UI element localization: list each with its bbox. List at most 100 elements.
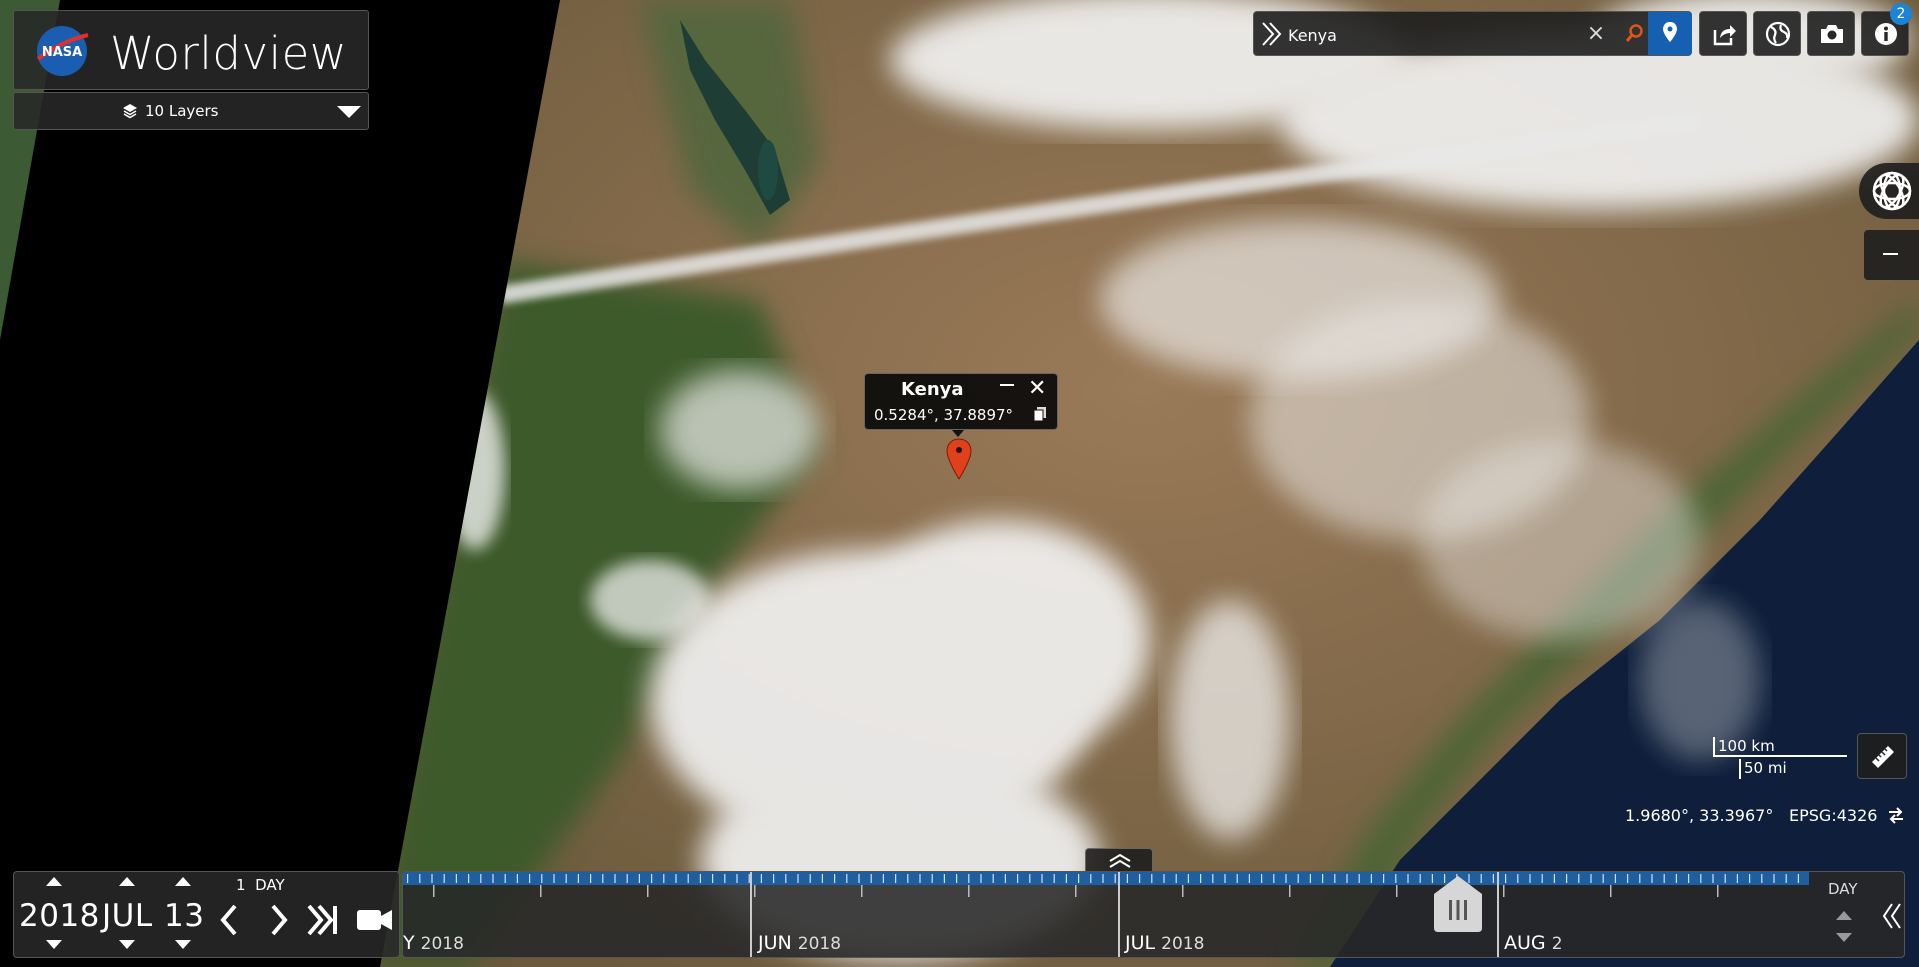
location-pin-icon — [1663, 22, 1677, 42]
timeline-day-tick — [773, 874, 775, 883]
interval-selector[interactable]: 1 DAY — [236, 876, 285, 894]
timeline-day-tick — [834, 874, 836, 883]
timeline-month-label: AUG 2 — [1504, 932, 1563, 954]
day-increment-icon[interactable] — [175, 877, 191, 886]
year-field[interactable]: 2018 — [19, 898, 100, 934]
timeline-day-tick — [1358, 874, 1360, 883]
timeline-day-tick — [699, 874, 701, 883]
timeline-day-tick — [1602, 874, 1604, 883]
measure-button[interactable] — [1857, 733, 1907, 779]
timeline-day-tick — [614, 874, 616, 883]
timeline-day-tick — [565, 874, 567, 883]
projection-button[interactable] — [1753, 11, 1801, 56]
svg-text:NASA: NASA — [42, 45, 82, 60]
timeline-day-tick — [1395, 874, 1397, 883]
layers-toggle-button[interactable]: 10 Layers — [13, 92, 369, 130]
next-day-icon[interactable] — [265, 902, 293, 938]
zoom-timeline-in-icon[interactable] — [1836, 911, 1852, 920]
timeline-day-tick — [529, 874, 531, 883]
share-button[interactable] — [1699, 11, 1747, 56]
zoom-out-button[interactable] — [1864, 230, 1919, 280]
timeline-ticks — [403, 872, 1809, 897]
app-title: Worldview — [110, 27, 348, 80]
timeline-day-tick — [1139, 874, 1141, 883]
timeline-day-tick — [1590, 874, 1592, 883]
month-increment-icon[interactable] — [119, 877, 135, 886]
skip-to-latest-icon[interactable] — [305, 902, 341, 938]
timeline-day-tick — [638, 874, 640, 883]
timeline-expand-handle[interactable] — [1085, 848, 1153, 872]
timeline-week-tick — [433, 885, 435, 897]
day-field[interactable]: 13 — [164, 898, 204, 934]
timeline-day-tick — [931, 874, 933, 883]
timeline-scrubber[interactable] — [1430, 874, 1486, 932]
collapse-search-icon[interactable] — [1260, 21, 1284, 47]
video-camera-icon[interactable] — [355, 902, 395, 938]
minimize-icon[interactable] — [1000, 384, 1014, 386]
timeline-day-tick — [712, 874, 714, 883]
timeline-day-tick — [736, 874, 738, 883]
timeline-day-tick — [431, 874, 433, 883]
timeline-day-tick — [1724, 874, 1726, 883]
interval-unit: DAY — [255, 876, 285, 894]
timeline-day-tick — [663, 874, 665, 883]
zoom-timeline-out-icon[interactable] — [1836, 933, 1852, 942]
timeline-day-tick — [1553, 874, 1555, 883]
timeline-day-tick — [1346, 874, 1348, 883]
snapshot-button[interactable] — [1807, 11, 1855, 56]
notification-badge: 2 — [1890, 3, 1912, 25]
day-decrement-icon[interactable] — [175, 940, 191, 949]
timeline-day-tick — [785, 874, 787, 883]
month-decrement-icon[interactable] — [119, 940, 135, 949]
map-marker-icon[interactable] — [946, 438, 972, 480]
timeline-day-tick — [1407, 874, 1409, 883]
timeline-day-tick — [455, 874, 457, 883]
timeline-day-tick — [1041, 874, 1043, 883]
popup-pointer — [952, 430, 964, 437]
interval-count: 1 — [236, 876, 246, 894]
nasa-logo[interactable]: NASA — [32, 25, 92, 77]
cursor-coordinates: 1.9680°, 33.3967° — [1625, 806, 1774, 825]
timeline-day-tick — [1675, 874, 1677, 883]
add-place-marker-button[interactable] — [1648, 12, 1692, 55]
timeline-day-tick — [1578, 874, 1580, 883]
timeline-day-tick — [1492, 874, 1494, 883]
timeline-day-tick — [492, 874, 494, 883]
month-field[interactable]: JUL — [102, 898, 153, 934]
timeline-day-tick — [1212, 874, 1214, 883]
timeline-day-tick — [1639, 874, 1641, 883]
timeline-day-tick — [1370, 874, 1372, 883]
date-selector: 2018 JUL 13 1 DAY — [13, 871, 400, 958]
globe-outline-icon — [1872, 171, 1912, 211]
projection-code: EPSG:4326 — [1789, 806, 1878, 825]
swap-coordinate-format-icon[interactable] — [1885, 804, 1907, 826]
timeline-month-label: Y 2018 — [403, 932, 464, 954]
timeline-week-tick — [1717, 885, 1719, 897]
timeline-day-tick — [1529, 874, 1531, 883]
year-increment-icon[interactable] — [46, 877, 62, 886]
timeline-week-tick — [968, 885, 970, 897]
timeline-track[interactable]: Y 2018 JUN 2018 JUL 2018 AUG 2 — [402, 871, 1905, 958]
collapse-timeline-icon[interactable] — [1882, 902, 1902, 930]
timeline-day-tick — [626, 874, 628, 883]
timeline-day-tick — [1297, 874, 1299, 883]
timeline-day-tick — [590, 874, 592, 883]
search-icon[interactable] — [1625, 23, 1645, 45]
timeline-week-tick — [1182, 885, 1184, 897]
close-icon[interactable]: ✕ — [1028, 376, 1046, 401]
timeline-day-tick — [1505, 874, 1507, 883]
zoom-in-button[interactable] — [1859, 163, 1919, 219]
timeline-day-tick — [956, 874, 958, 883]
timeline-week-tick — [1075, 885, 1077, 897]
timeline-day-tick — [1749, 874, 1751, 883]
copy-icon[interactable] — [1034, 407, 1046, 421]
year-decrement-icon[interactable] — [46, 940, 62, 949]
timeline-day-tick — [675, 874, 677, 883]
previous-day-icon[interactable] — [215, 902, 243, 938]
timeline-zoom-level[interactable]: DAY — [1828, 880, 1858, 898]
timeline-week-tick — [754, 885, 756, 897]
info-icon — [1875, 23, 1897, 45]
timeline-day-tick — [1090, 874, 1092, 883]
clear-search-icon[interactable]: × — [1584, 20, 1608, 48]
search-input[interactable] — [1286, 20, 1590, 50]
